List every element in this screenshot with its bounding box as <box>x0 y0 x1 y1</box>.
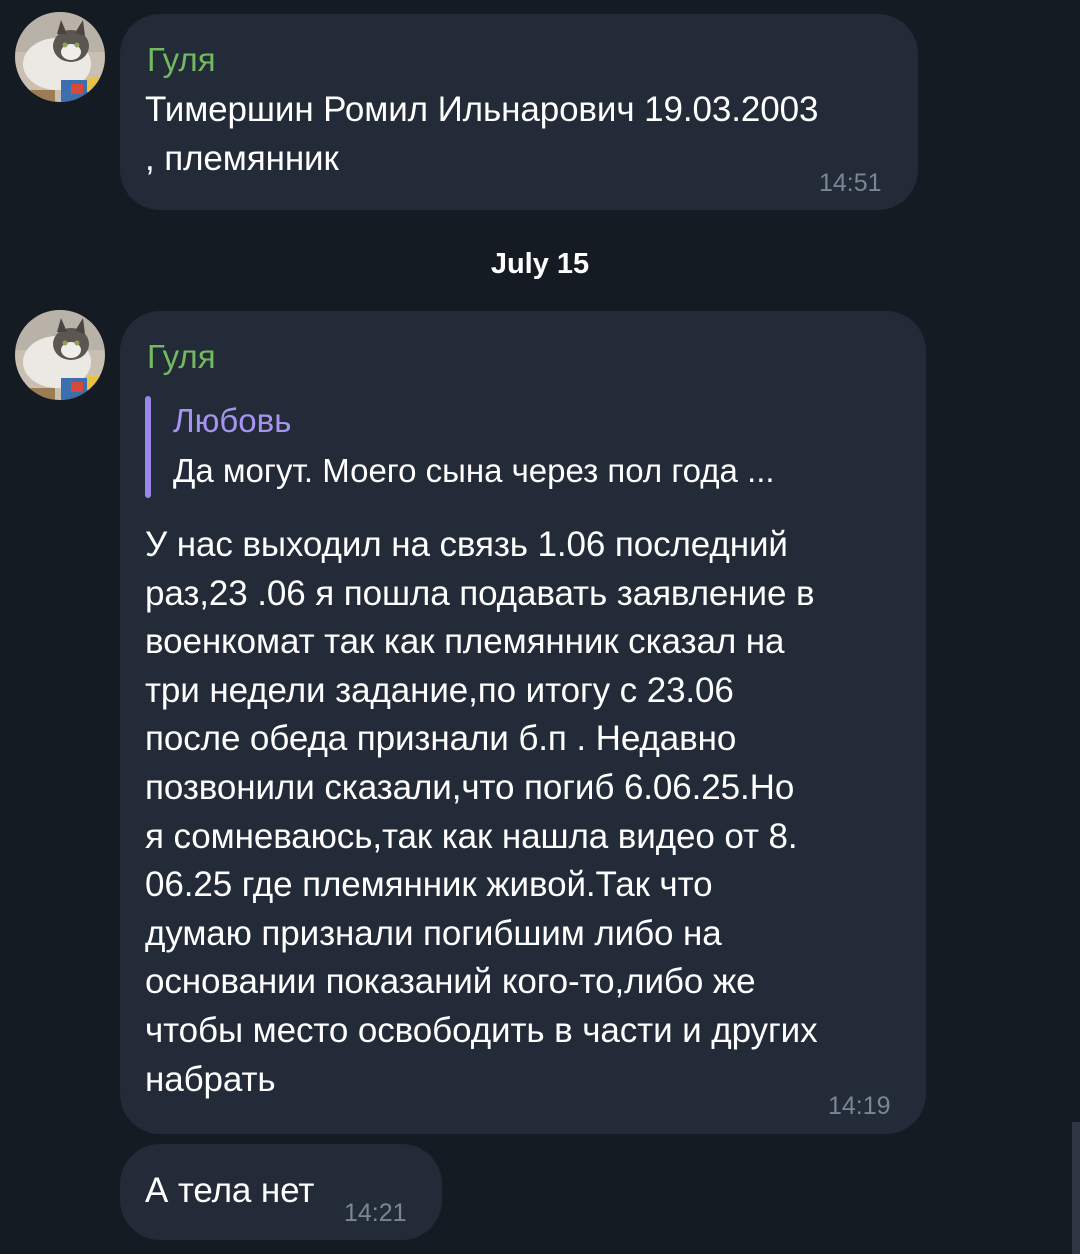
message-timestamp: 14:51 <box>819 169 882 197</box>
sender-name[interactable]: Гуля <box>147 43 216 76</box>
cat-avatar-icon <box>15 12 105 102</box>
message-text: У нас выходил на связь 1.06 последний ра… <box>145 525 818 1099</box>
avatar[interactable] <box>15 12 105 102</box>
message-text: Тимершин Ромил Ильнарович 19.03.2003 , п… <box>145 90 819 178</box>
reply-sender-name: Любовь <box>173 402 292 439</box>
scrollbar[interactable] <box>1072 1122 1080 1254</box>
message-text: А тела нет <box>145 1171 315 1210</box>
reply-quote[interactable]: Любовь Да могут. Моего сына через пол го… <box>145 396 885 498</box>
reply-bar <box>145 396 151 498</box>
message-timestamp: 14:21 <box>344 1199 407 1227</box>
date-separator: July 15 <box>490 248 590 280</box>
cat-avatar-icon <box>15 310 105 400</box>
sender-name[interactable]: Гуля <box>147 340 216 373</box>
avatar[interactable] <box>15 310 105 400</box>
message-timestamp: 14:19 <box>828 1092 891 1120</box>
reply-text: Да могут. Моего сына через пол года ... <box>173 452 775 489</box>
